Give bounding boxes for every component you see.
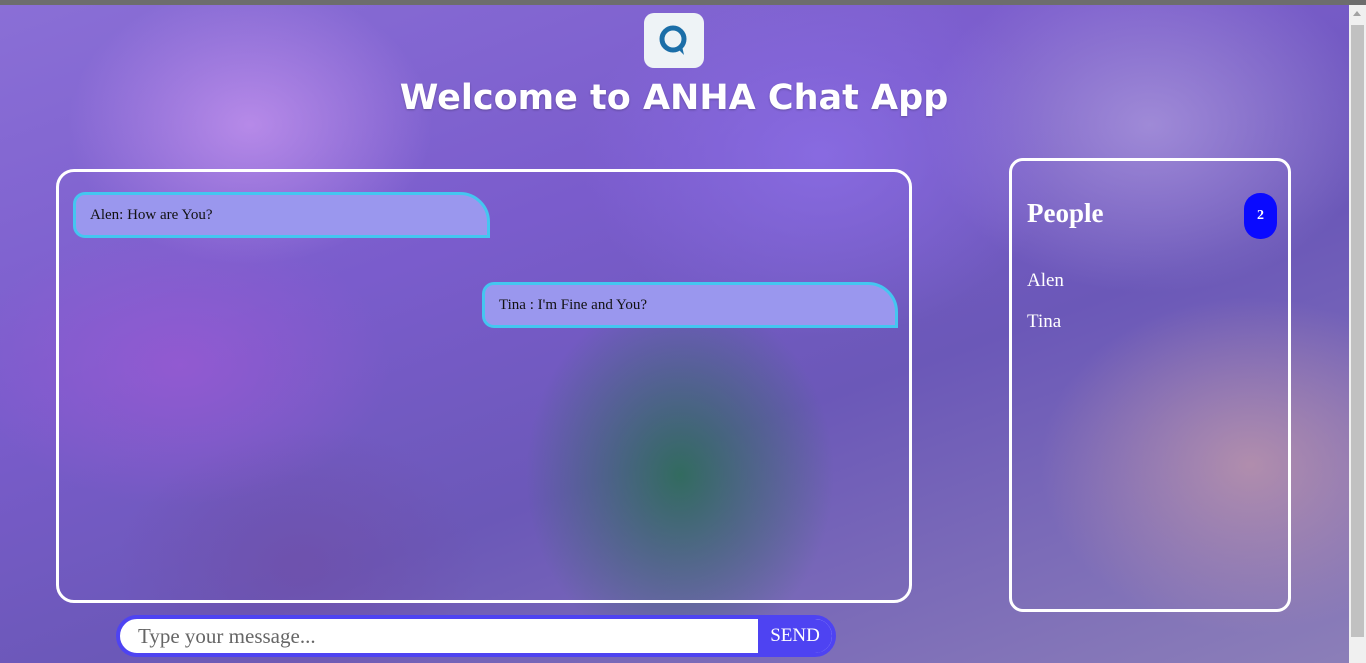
people-count-badge: 2 — [1244, 193, 1277, 239]
person-item[interactable]: Alen — [1027, 270, 1064, 292]
chat-bubble-q-icon — [659, 25, 687, 55]
person-item[interactable]: Tina — [1027, 311, 1061, 333]
chat-messages-panel: Alen: How are You? Tina : I'm Fine and Y… — [56, 169, 912, 603]
chat-message: Alen: How are You? — [73, 192, 490, 238]
scrollbar-thumb[interactable] — [1351, 25, 1364, 637]
message-text: Alen: How are You? — [90, 206, 213, 223]
message-text: Tina : I'm Fine and You? — [499, 296, 648, 313]
page-scrollbar[interactable] — [1349, 5, 1366, 663]
people-heading: People — [1027, 198, 1104, 228]
message-composer: SEND — [116, 615, 836, 657]
app-logo — [644, 13, 704, 68]
chat-message: Tina : I'm Fine and You? — [482, 282, 898, 328]
message-input[interactable] — [120, 619, 764, 653]
scroll-up-arrow-icon[interactable] — [1353, 11, 1361, 16]
page-title: Welcome to ANHA Chat App — [399, 78, 949, 118]
people-panel: People 2 Alen Tina — [1009, 158, 1291, 612]
send-button[interactable]: SEND — [758, 619, 832, 653]
